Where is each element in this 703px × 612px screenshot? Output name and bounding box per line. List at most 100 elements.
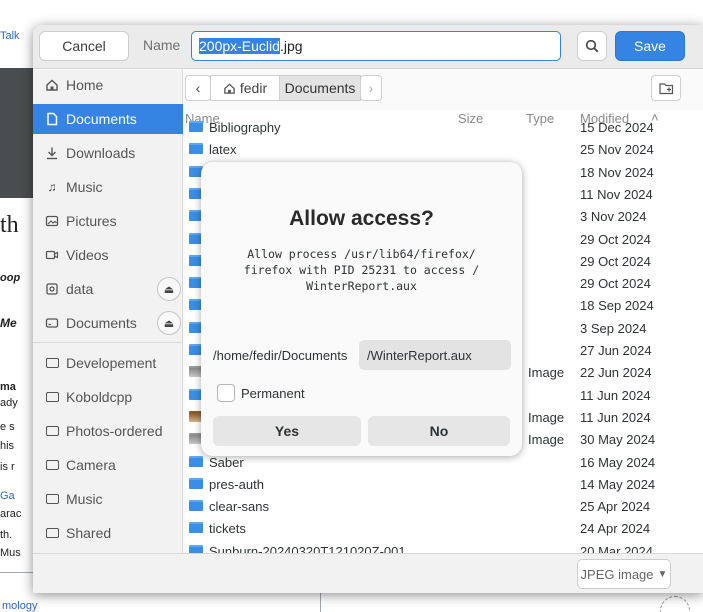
folder-icon: [45, 390, 59, 404]
sidebar-item-developement[interactable]: Developement: [33, 348, 183, 378]
file-modified: 20 Mar 2024: [580, 543, 653, 553]
sidebar-item-music-folder[interactable]: Music: [33, 484, 183, 514]
sidebar-item-shared[interactable]: Shared: [33, 518, 183, 548]
bg-fragment: arac: [0, 508, 22, 520]
save-button[interactable]: Save: [615, 31, 685, 61]
file-type: Image: [528, 409, 565, 425]
dialog-message-line: Allow process /usr/lib64/firefox/: [247, 247, 476, 261]
sidebar-item-photos-ordered[interactable]: Photos-ordered: [33, 416, 183, 446]
file-name: latex: [209, 142, 237, 158]
sidebar-item-data[interactable]: data ⏏: [33, 274, 183, 304]
bg-fragment: oop: [0, 272, 21, 284]
dialog-title: Allow access?: [289, 207, 434, 230]
sidebar-item-label: Videos: [66, 247, 109, 263]
folder-icon: [45, 424, 59, 438]
dialog-message-line: firefox with PID 25231 to access /: [243, 263, 480, 277]
file-name: clear-sans: [209, 499, 269, 515]
file-modified: 22 Jun 2024: [580, 365, 652, 381]
eject-icon[interactable]: ⏏: [157, 311, 181, 335]
dialog-message: Allow process /usr/lib64/firefox/ firefo…: [221, 246, 502, 294]
sidebar-item-pictures[interactable]: Pictures: [33, 206, 183, 236]
file-modified: 3 Sep 2024: [580, 320, 647, 336]
drive-icon: [45, 282, 59, 296]
bg-fragment: th: [0, 212, 19, 238]
file-type: Image: [528, 365, 565, 381]
file-modified: 11 Jun 2024: [580, 409, 651, 425]
folder-icon: [45, 526, 59, 540]
bg-fragment: ady: [0, 397, 18, 409]
bg-seal: [660, 596, 690, 612]
sidebar-item-camera[interactable]: Camera: [33, 450, 183, 480]
sidebar-item-downloads[interactable]: Downloads: [33, 138, 183, 168]
file-row[interactable]: Bibliography 15 Dec 2024: [185, 116, 703, 138]
file-type-filter[interactable]: JPEG image ▼: [577, 559, 671, 589]
folder-icon: [189, 477, 203, 489]
sidebar-item-label: Pictures: [66, 213, 117, 229]
filename-selected-text: 200px-Euclid: [199, 38, 280, 54]
sidebar-item-label: data: [66, 281, 94, 297]
sidebar-item-label: Camera: [66, 457, 116, 473]
sidebar-item-label: Documents: [66, 111, 137, 127]
bg-link[interactable]: mology: [2, 600, 37, 612]
dialog-message-line: WinterReport.aux: [306, 279, 417, 293]
drive-icon: [45, 316, 59, 330]
bg-image: [0, 68, 33, 198]
picture-icon: [45, 214, 59, 228]
path-bar: ‹ fedir Documents ›: [185, 70, 703, 110]
folder-icon: [45, 458, 59, 472]
eject-icon[interactable]: ⏏: [157, 277, 181, 301]
sidebar-item-documents-drive[interactable]: Documents ⏏: [33, 308, 183, 338]
bg-fragment: his: [0, 440, 15, 452]
sidebar-divider: [33, 342, 183, 343]
file-row[interactable]: Sunburn-20240320T121020Z-001 20 Mar 2024: [185, 540, 703, 553]
sidebar-item-koboldcpp[interactable]: Koboldcpp: [33, 382, 183, 412]
footer-bar: JPEG image ▼: [33, 553, 703, 593]
home-icon: [223, 82, 236, 95]
file-modified: 11 Jun 2024: [580, 387, 651, 403]
file-row[interactable]: tickets 24 Apr 2024: [185, 517, 703, 539]
sidebar-item-videos[interactable]: Videos: [33, 240, 183, 270]
sidebar-item-label: Downloads: [66, 145, 136, 161]
cancel-button[interactable]: Cancel: [39, 31, 129, 61]
path-forward-button[interactable]: ›: [360, 75, 382, 101]
filename-input[interactable]: 200px-Euclid.jpg: [191, 31, 561, 61]
sidebar-item-label: Developement: [66, 355, 157, 371]
permanent-checkbox[interactable]: [217, 384, 235, 402]
search-button[interactable]: [577, 31, 607, 61]
file-type: Image: [528, 432, 565, 448]
file-row[interactable]: latex 25 Nov 2024: [185, 138, 703, 160]
video-icon: [45, 248, 59, 262]
permanent-label[interactable]: Permanent: [241, 386, 305, 401]
file-name: pres-auth: [209, 476, 264, 492]
file-name: Saber: [209, 454, 244, 470]
bg-fragment: Me: [0, 316, 17, 330]
sidebar-item-documents[interactable]: Documents: [33, 104, 183, 134]
file-modified: 27 Jun 2024: [580, 343, 652, 358]
dialog-directory: /home/fedir/Documents: [213, 348, 348, 363]
file-row[interactable]: clear-sans 25 Apr 2024: [185, 495, 703, 517]
file-name: tickets: [209, 521, 246, 537]
file-row[interactable]: pres-auth 14 May 2024: [185, 473, 703, 495]
bg-fragment: ma: [0, 381, 16, 393]
sidebar-item-music[interactable]: ♫ Music: [33, 172, 183, 202]
sidebar-item-home[interactable]: Home: [33, 70, 183, 100]
no-button[interactable]: No: [368, 416, 510, 446]
new-folder-icon: [658, 82, 673, 94]
path-home-label: fedir: [239, 80, 268, 96]
bg-fragment: is r: [0, 461, 15, 473]
path-home-button[interactable]: fedir: [210, 75, 280, 101]
folder-icon: [189, 143, 203, 155]
new-folder-button[interactable]: [651, 75, 681, 101]
places-sidebar: Home Documents Downloads ♫ Music Picture…: [33, 70, 183, 580]
folder-icon: [45, 356, 59, 370]
yes-button[interactable]: Yes: [213, 416, 361, 446]
bg-divider: [320, 593, 321, 612]
sidebar-item-label: Photos-ordered: [66, 423, 163, 439]
file-name: Sunburn-20240320T121020Z-001: [209, 543, 406, 553]
document-icon: [45, 112, 59, 126]
path-back-button[interactable]: ‹: [185, 75, 211, 101]
path-documents-button[interactable]: Documents: [279, 75, 361, 101]
chevron-left-icon: ‹: [195, 80, 201, 96]
file-modified: 18 Sep 2024: [580, 298, 654, 314]
file-modified: 11 Nov 2024: [580, 186, 653, 202]
